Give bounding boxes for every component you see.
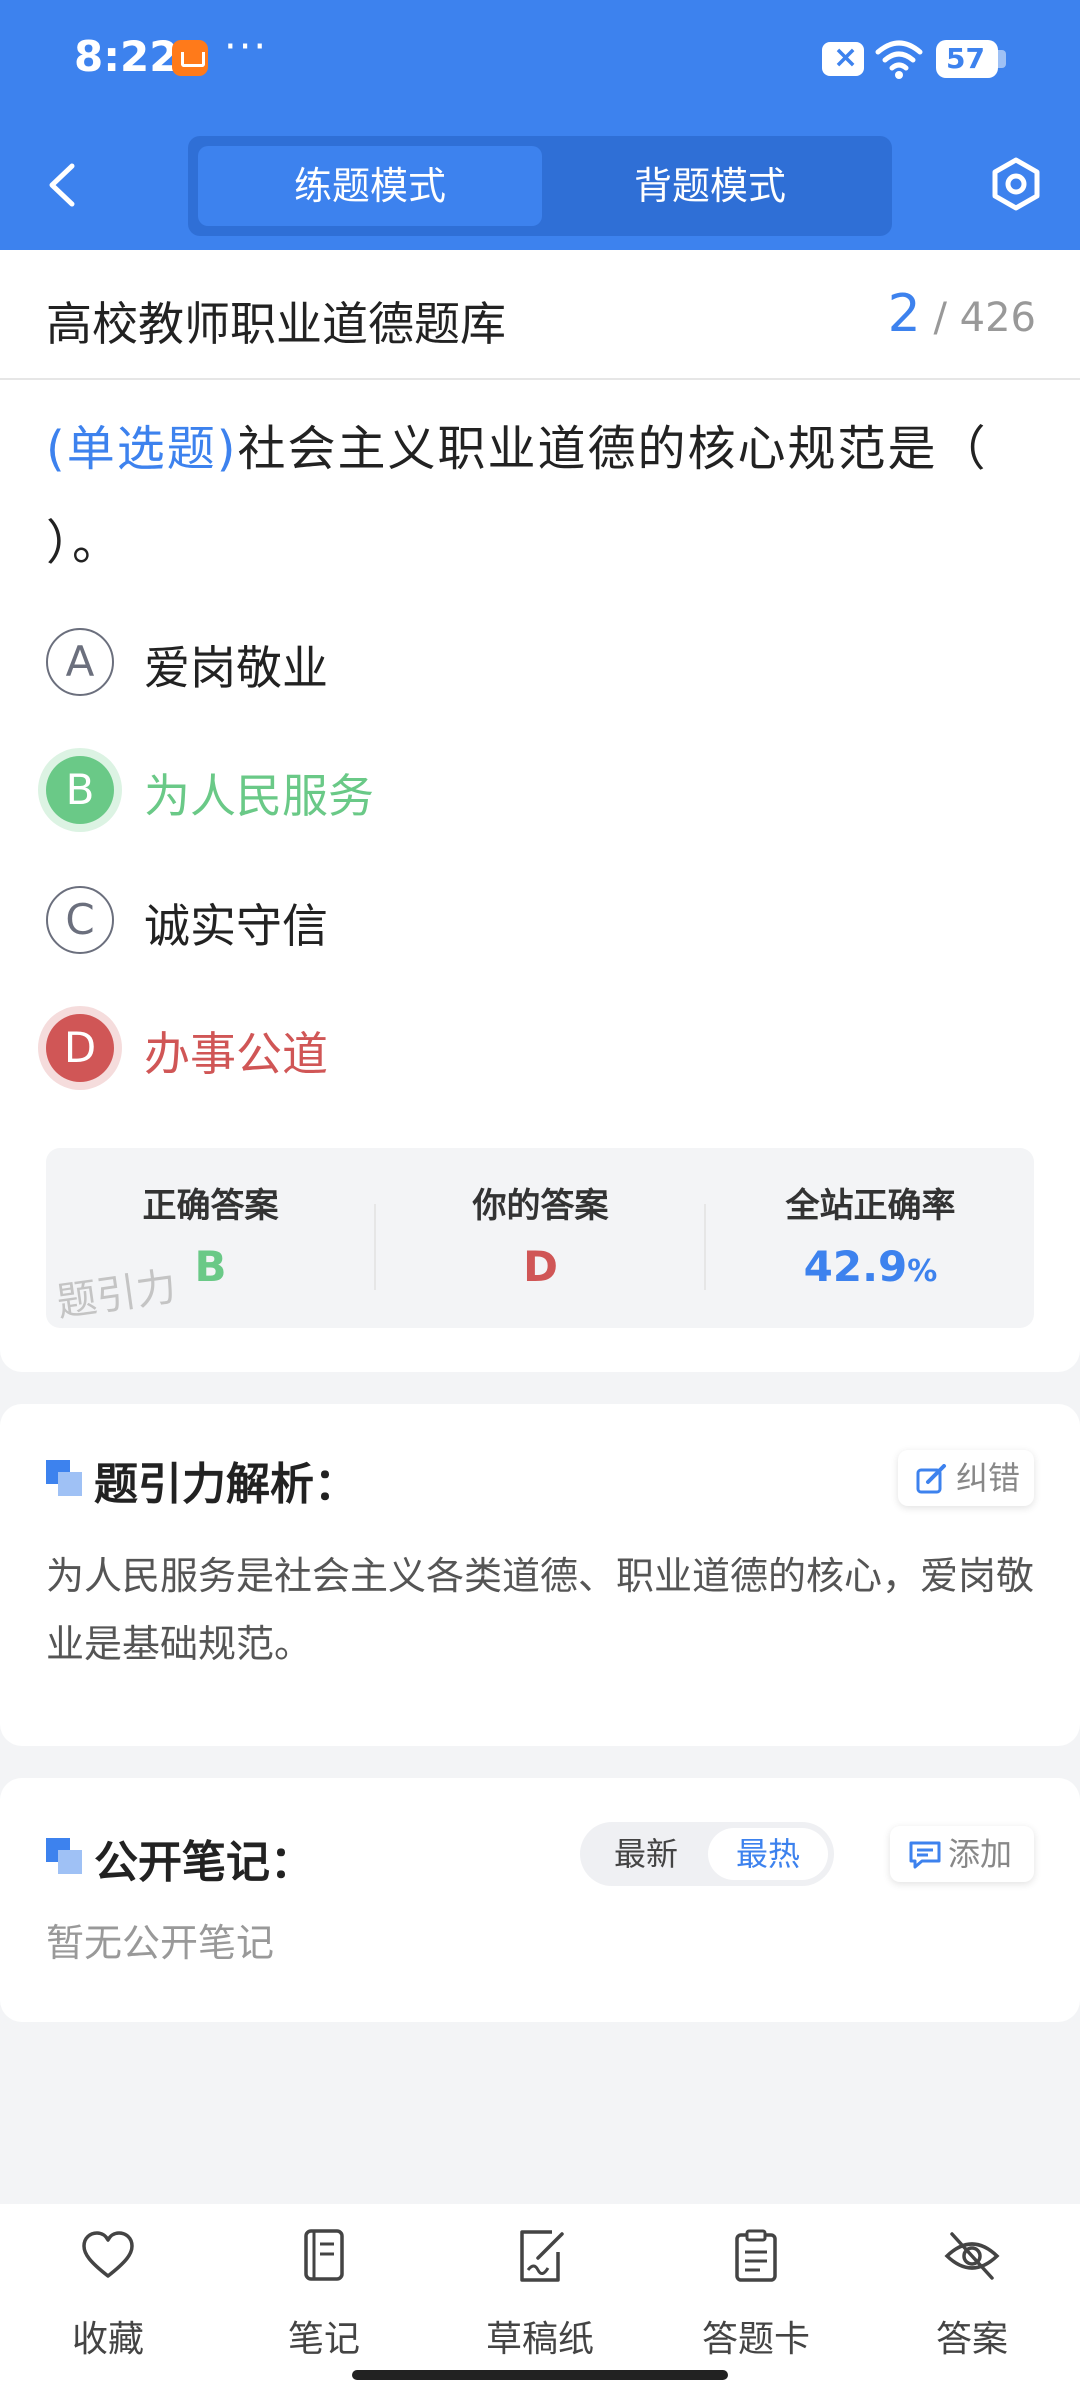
nav-favorite[interactable]: 收藏 bbox=[0, 2228, 216, 2368]
nav-notes[interactable]: 笔记 bbox=[216, 2228, 432, 2368]
add-note-label: 添加 bbox=[948, 1835, 1013, 1873]
empty-notes-text: 暂无公开笔记 bbox=[46, 1921, 275, 1965]
question-bank-title: 高校教师职业道德题库 bbox=[46, 297, 506, 351]
no-sim-icon: × bbox=[822, 40, 864, 76]
battery-level: 57 bbox=[946, 42, 985, 75]
divider bbox=[0, 378, 1080, 380]
option-d[interactable]: D 办事公道 bbox=[46, 1014, 946, 1094]
nav-label: 答案 bbox=[935, 2319, 1008, 2360]
your-answer-value: D bbox=[523, 1242, 558, 1291]
option-letter: A bbox=[46, 628, 114, 696]
mi-app-icon bbox=[172, 40, 208, 76]
tab-practice-mode[interactable]: 练题模式 bbox=[198, 146, 542, 226]
sort-newest[interactable]: 最新 bbox=[586, 1828, 706, 1880]
wifi-icon bbox=[875, 40, 923, 79]
status-time: 8:22 bbox=[74, 32, 179, 81]
heart-icon bbox=[82, 2231, 134, 2278]
nav-label: 收藏 bbox=[71, 2319, 144, 2360]
notes-title: 公开笔记： bbox=[94, 1837, 314, 1888]
stat-your-answer: 你的答案 D bbox=[376, 1148, 705, 1328]
analysis-title: 题引力解析： bbox=[94, 1459, 358, 1510]
stat-correct-rate: 全站正确率 42.9% bbox=[706, 1148, 1035, 1328]
nav-answer[interactable]: 答案 bbox=[864, 2228, 1080, 2368]
option-text: 诚实守信 bbox=[144, 899, 328, 953]
nav-draft-paper[interactable]: 草稿纸 bbox=[432, 2228, 648, 2368]
option-b[interactable]: B 为人民服务 bbox=[46, 756, 946, 836]
question-progress: 2 / 426 bbox=[888, 284, 1036, 344]
report-error-button[interactable]: 纠错 bbox=[898, 1450, 1034, 1506]
battery-icon: 57 bbox=[936, 40, 1006, 78]
tab-memorize-mode[interactable]: 背题模式 bbox=[538, 146, 882, 226]
rate-number: 42.9 bbox=[803, 1242, 908, 1291]
eye-off-icon bbox=[944, 2232, 1000, 2280]
option-text: 为人民服务 bbox=[144, 769, 374, 823]
section-squares-icon bbox=[46, 1460, 82, 1496]
top-bar: 8:22 ··· × 57 练题模式 背题模式 bbox=[0, 0, 1080, 250]
notes-card bbox=[0, 1778, 1080, 2022]
analysis-text: 为人民服务是社会主义各类道德、职业道德的核心，爱岗敬业是基础规范。 bbox=[46, 1554, 1035, 1666]
sort-hottest[interactable]: 最热 bbox=[708, 1828, 828, 1880]
answer-sheet-icon bbox=[735, 2229, 777, 2282]
notes-sort-switch: 最新 最热 bbox=[580, 1822, 834, 1886]
question-stem: (单选题)社会主义职业道德的核心规范是（ ）。 bbox=[46, 402, 1046, 590]
total-questions: / 426 bbox=[933, 295, 1036, 341]
nav-answer-sheet[interactable]: 答题卡 bbox=[648, 2228, 864, 2368]
answer-stats: 正确答案 B 你的答案 D 全站正确率 42.9% bbox=[46, 1148, 1034, 1328]
option-letter: B bbox=[46, 756, 114, 824]
option-text: 办事公道 bbox=[144, 1027, 328, 1081]
home-indicator[interactable] bbox=[352, 2370, 728, 2380]
comment-icon bbox=[909, 1841, 941, 1869]
nav-label: 草稿纸 bbox=[485, 2319, 594, 2360]
option-letter: C bbox=[46, 886, 114, 954]
report-error-label: 纠错 bbox=[956, 1459, 1021, 1497]
mode-switch: 练题模式 背题模式 bbox=[188, 136, 892, 236]
option-text: 爱岗敬业 bbox=[144, 641, 328, 695]
stat-label: 正确答案 bbox=[142, 1186, 279, 1226]
hexagon-settings-icon[interactable] bbox=[988, 156, 1044, 212]
nav-label: 笔记 bbox=[287, 2319, 360, 2360]
more-notifications-icon: ··· bbox=[224, 24, 269, 70]
nav-label: 答题卡 bbox=[701, 2319, 810, 2360]
add-note-button[interactable]: 添加 bbox=[890, 1826, 1034, 1882]
correct-rate-value: 42.9% bbox=[706, 1242, 1035, 1291]
current-question-number: 2 bbox=[887, 284, 921, 344]
chevron-left-icon[interactable] bbox=[40, 158, 90, 212]
rate-unit: % bbox=[907, 1254, 938, 1289]
question-type-label: (单选题) bbox=[46, 421, 238, 477]
option-letter: D bbox=[46, 1014, 114, 1082]
option-c[interactable]: C 诚实守信 bbox=[46, 886, 946, 966]
section-squares-icon bbox=[46, 1838, 82, 1874]
stat-label: 全站正确率 bbox=[785, 1186, 956, 1226]
draft-paper-icon bbox=[520, 2230, 564, 2282]
option-a[interactable]: A 爱岗敬业 bbox=[46, 628, 946, 708]
notebook-icon bbox=[304, 2229, 344, 2281]
stat-label: 你的答案 bbox=[472, 1186, 609, 1226]
edit-icon bbox=[916, 1464, 946, 1494]
